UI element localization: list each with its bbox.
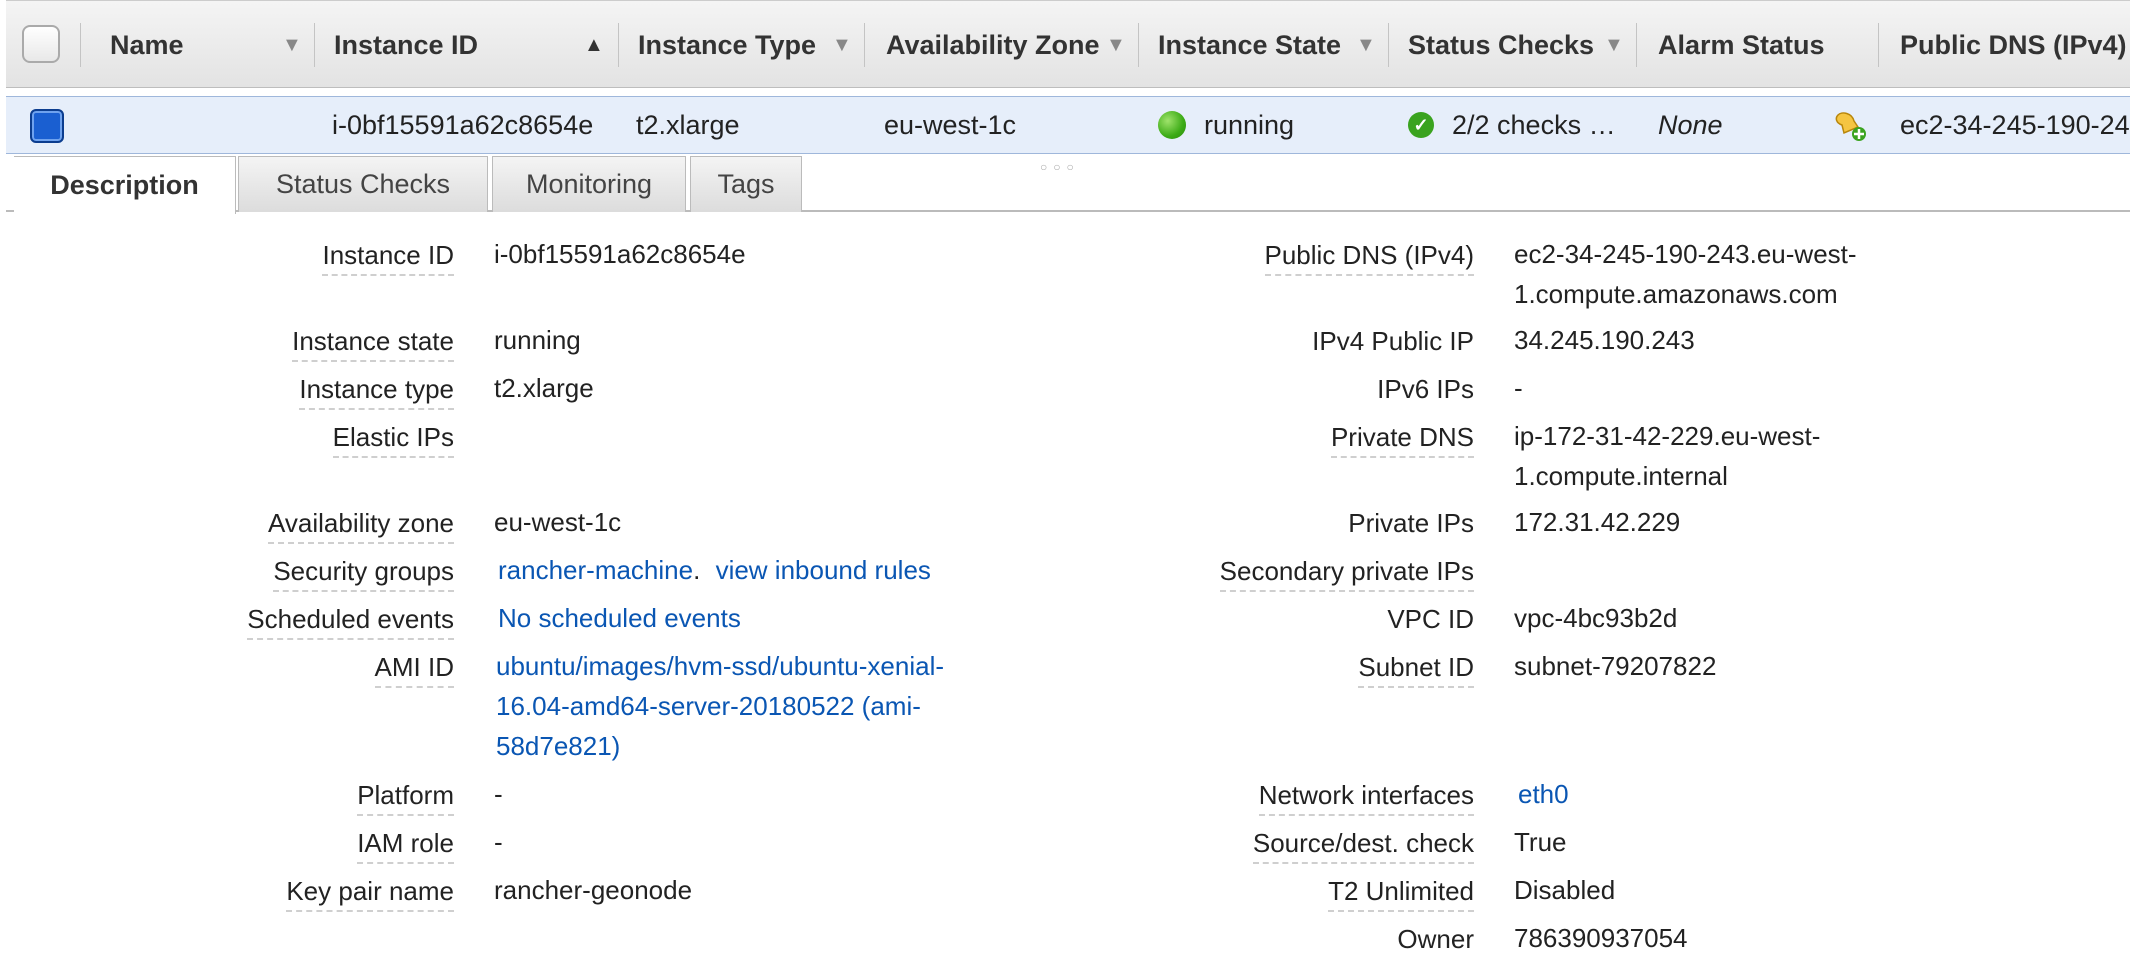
- private-dns-line: ip-172-31-42-229.eu-west-: [1514, 421, 1821, 451]
- select-all-checkbox[interactable]: [22, 25, 60, 63]
- tab-description[interactable]: Description: [14, 156, 236, 214]
- value-ipv6-ips: -: [1514, 373, 1523, 403]
- network-interface-link[interactable]: eth0: [1518, 774, 1569, 814]
- column-header-availability-zone[interactable]: Availability Zone: [886, 1, 1100, 89]
- label-platform: Platform: [357, 780, 454, 816]
- row-instance-state: running: [1158, 97, 1294, 153]
- instance-table-header: Name ▼ Instance ID ▲ Instance Type ▼ Ava…: [6, 0, 2130, 88]
- value-instance-id: i-0bf15591a62c8654e: [494, 239, 746, 269]
- tab-tags[interactable]: Tags: [690, 156, 802, 212]
- label-public-dns: Public DNS (IPv4): [1264, 240, 1474, 276]
- row-instance-type: t2.xlarge: [636, 109, 740, 140]
- value-iam-role: -: [494, 827, 503, 857]
- private-dns-line: 1.compute.internal: [1514, 461, 1728, 491]
- value-availability-zone: eu-west-1c: [494, 507, 622, 537]
- row-alarm-status: None: [1658, 109, 1723, 140]
- label-scheduled-events: Scheduled events: [247, 604, 454, 640]
- value-ipv4-public-ip: 34.245.190.243: [1514, 325, 1695, 355]
- label-security-groups: Security groups: [273, 556, 454, 592]
- sort-caret-down-icon[interactable]: ▼: [832, 1, 852, 89]
- sort-caret-down-icon[interactable]: ▼: [1604, 1, 1624, 89]
- resize-grip-icon[interactable]: ○○○: [1040, 160, 1080, 174]
- label-instance-type: Instance type: [299, 374, 454, 410]
- table-row[interactable]: i-0bf15591a62c8654e t2.xlarge eu-west-1c…: [6, 96, 2130, 154]
- sort-caret-down-icon[interactable]: ▼: [1356, 1, 1376, 89]
- column-header-status-checks[interactable]: Status Checks: [1408, 1, 1594, 89]
- value-t2-unlimited: Disabled: [1514, 875, 1616, 905]
- check-circle-icon: ✓: [1408, 112, 1434, 138]
- value-owner: 786390937054: [1514, 923, 1688, 953]
- sort-caret-down-icon[interactable]: ▼: [1106, 1, 1126, 89]
- label-key-pair-name: Key pair name: [286, 876, 454, 912]
- value-key-pair-name: rancher-geonode: [494, 875, 693, 905]
- label-elastic-ips: Elastic IPs: [332, 422, 454, 458]
- label-ipv6-ips: IPv6 IPs: [1377, 374, 1474, 404]
- view-inbound-rules-link[interactable]: view inbound rules: [716, 555, 931, 585]
- tab-monitoring[interactable]: Monitoring: [492, 156, 686, 212]
- column-divider: [618, 23, 619, 67]
- column-header-instance-id[interactable]: Instance ID: [334, 1, 478, 89]
- label-instance-state: Instance state: [292, 326, 454, 362]
- public-dns-line: ec2-34-245-190-243.eu-west-: [1514, 239, 1857, 269]
- value-platform: -: [494, 779, 503, 809]
- value-private-dns: ip-172-31-42-229.eu-west- 1.compute.inte…: [1514, 416, 1820, 496]
- value-private-ips: 172.31.42.229: [1514, 507, 1681, 537]
- column-divider: [1636, 23, 1637, 67]
- label-t2-unlimited: T2 Unlimited: [1328, 876, 1474, 912]
- tab-status-checks[interactable]: Status Checks: [238, 156, 488, 212]
- label-instance-id: Instance ID: [322, 240, 454, 276]
- label-owner: Owner: [1397, 924, 1474, 954]
- sort-caret-down-icon[interactable]: ▼: [282, 1, 302, 89]
- label-private-dns: Private DNS: [1330, 422, 1474, 458]
- label-ami-id: AMI ID: [374, 652, 454, 688]
- row-checkbox-checked[interactable]: [30, 109, 64, 143]
- ami-id-line: ubuntu/images/hvm-ssd/ubuntu-xenial-: [496, 651, 945, 681]
- label-iam-role: IAM role: [357, 828, 454, 864]
- security-group-link[interactable]: rancher-machine: [498, 555, 693, 585]
- column-header-instance-type[interactable]: Instance Type: [638, 1, 816, 89]
- value-source-dest-check: True: [1514, 827, 1567, 857]
- column-divider: [1388, 23, 1389, 67]
- label-subnet-id: Subnet ID: [1358, 652, 1474, 688]
- column-header-alarm-status[interactable]: Alarm Status: [1658, 1, 1825, 89]
- ami-id-link[interactable]: ubuntu/images/hvm-ssd/ubuntu-xenial- 16.…: [496, 646, 944, 766]
- instance-state-text: running: [1204, 109, 1295, 140]
- security-group-separator: .: [693, 555, 701, 585]
- value-instance-type: t2.xlarge: [494, 373, 594, 403]
- value-instance-state: running: [494, 325, 581, 355]
- row-availability-zone: eu-west-1c: [884, 109, 1017, 140]
- column-divider: [864, 23, 865, 67]
- row-status-checks[interactable]: ✓ 2/2 checks …: [1408, 97, 1616, 153]
- label-vpc-id: VPC ID: [1387, 604, 1474, 634]
- column-header-public-dns[interactable]: Public DNS (IPv4): [1900, 1, 2127, 89]
- column-header-instance-state[interactable]: Instance State: [1158, 1, 1341, 89]
- row-public-dns: ec2-34-245-190-24: [1900, 109, 2130, 140]
- value-vpc-id: vpc-4bc93b2d: [1514, 603, 1678, 633]
- value-security-groups: rancher-machine. view inbound rules: [498, 550, 931, 590]
- column-divider: [1878, 23, 1879, 67]
- column-divider: [314, 23, 315, 67]
- label-private-ips: Private IPs: [1348, 508, 1474, 538]
- add-alarm-icon[interactable]: [1832, 97, 1868, 153]
- row-instance-id: i-0bf15591a62c8654e: [332, 109, 594, 140]
- label-availability-zone: Availability zone: [268, 508, 454, 544]
- label-ipv4-public-ip: IPv4 Public IP: [1312, 326, 1474, 356]
- label-network-interfaces: Network interfaces: [1258, 780, 1474, 816]
- label-secondary-private-ips: Secondary private IPs: [1219, 556, 1474, 592]
- label-source-dest-check: Source/dest. check: [1252, 828, 1474, 864]
- public-dns-line: 1.compute.amazonaws.com: [1514, 279, 1838, 309]
- value-public-dns: ec2-34-245-190-243.eu-west- 1.compute.am…: [1514, 234, 1857, 314]
- sort-caret-up-icon[interactable]: ▲: [584, 1, 604, 89]
- value-subnet-id: subnet-79207822: [1514, 651, 1717, 681]
- ami-id-line: 58d7e821): [496, 731, 621, 761]
- status-checks-text: 2/2 checks …: [1452, 109, 1616, 140]
- column-header-name[interactable]: Name: [110, 1, 184, 89]
- column-divider: [80, 23, 81, 67]
- column-divider: [1138, 23, 1139, 67]
- ami-id-line: 16.04-amd64-server-20180522 (ami-: [496, 691, 921, 721]
- scheduled-events-link[interactable]: No scheduled events: [498, 598, 741, 638]
- green-dot-icon: [1158, 111, 1186, 139]
